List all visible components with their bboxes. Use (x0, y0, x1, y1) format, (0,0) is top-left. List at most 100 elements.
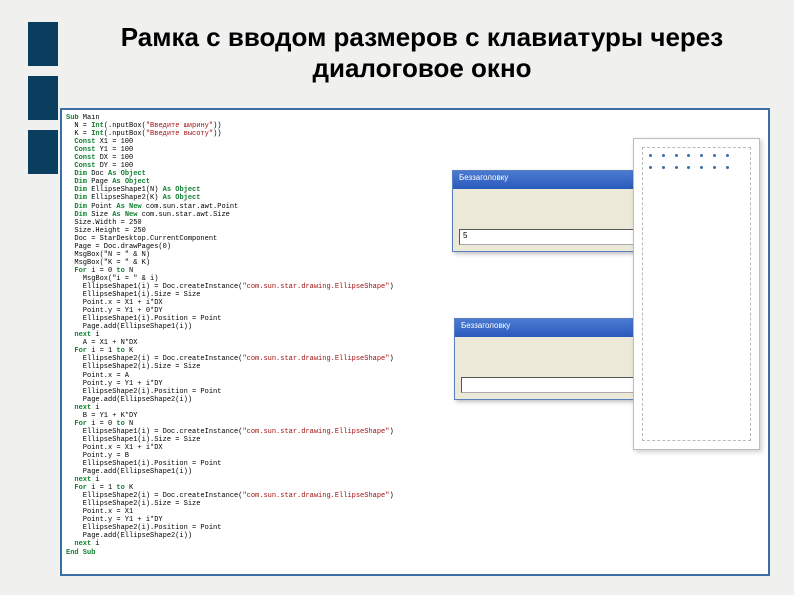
ellipse-dot (713, 166, 716, 169)
code-kw: next (66, 404, 91, 412)
code-text: MsgBox("i = " & i) (66, 275, 158, 283)
code-kw: Const (66, 162, 95, 170)
code-text: Point.x = A (66, 372, 129, 380)
code-text: K (125, 347, 133, 355)
code-text: Page.add(EllipseShape2(i)) (66, 396, 192, 404)
code-text: Page.add(EllipseShape2(i)) (66, 532, 192, 540)
code-text: EllipseShape1(N) (87, 186, 163, 194)
code-text: EllipseShape1(i).Position = Point (66, 315, 221, 323)
code-text: com.sun.star.awt.Size (137, 211, 229, 219)
code-kw: As New (116, 203, 141, 211)
code-text: com.sun.star.awt.Point (142, 203, 239, 211)
code-text: EllipseShape1(i).Position = Point (66, 460, 221, 468)
code-text: DY = 100 (95, 162, 133, 170)
code-text: Point.y = Y1 + i*DY (66, 516, 163, 524)
code-kw: For (66, 420, 87, 428)
code-text: EllipseShape2(i).Position = Point (66, 524, 221, 532)
ellipse-dot (675, 154, 678, 157)
code-text: Point.y = Y1 + i*DY (66, 380, 163, 388)
code-text: Page = Doc.drawPages(0) (66, 243, 171, 251)
code-kw: to (116, 347, 124, 355)
code-kw: Sub (66, 114, 79, 122)
code-text: (.nputBox( (104, 122, 146, 130)
code-text: i = 1 (87, 484, 116, 492)
code-text: ) (389, 283, 393, 291)
code-text: ) (389, 492, 393, 500)
code-text: Doc (87, 170, 108, 178)
code-text: K (125, 484, 133, 492)
ellipse-dot (675, 166, 678, 169)
code-kw: Dim (66, 211, 87, 219)
code-text: Size.Height = 250 (66, 227, 146, 235)
ellipse-dot (649, 154, 652, 157)
dot-row-top (649, 154, 729, 157)
code-text: EllipseShape2(i) = Doc.createInstance( (66, 492, 242, 500)
code-kw: Dim (66, 194, 87, 202)
code-text: i (91, 331, 99, 339)
code-text: MsgBox("K = " & K) (66, 259, 150, 267)
code-text: )) (213, 130, 221, 138)
code-kw: End Sub (66, 549, 95, 557)
code-str: "com.sun.star.drawing.EllipseShape" (242, 355, 389, 363)
code-text: MsgBox("N = " & N) (66, 251, 150, 259)
code-str: "Введите ширину" (146, 122, 213, 130)
code-text: Main (79, 114, 100, 122)
code-text: Y1 = 100 (95, 146, 133, 154)
code-kw: Dim (66, 186, 87, 194)
code-str: "com.sun.star.drawing.EllipseShape" (242, 283, 389, 291)
code-text: Point (87, 203, 116, 211)
code-kw: Dim (66, 170, 87, 178)
drawing-preview (633, 138, 760, 450)
code-kw: As New (112, 211, 137, 219)
code-text: EllipseShape1(i).Size = Size (66, 291, 200, 299)
code-text: i = 1 (87, 347, 116, 355)
tab-3 (28, 130, 58, 174)
code-text: ) (389, 428, 393, 436)
code-text: i (91, 476, 99, 484)
ellipse-dot (687, 166, 690, 169)
title-area: Рамка с вводом размеров с клавиатуры чер… (68, 22, 776, 84)
code-text: N (125, 420, 133, 428)
code-kw: For (66, 484, 87, 492)
code-kw: next (66, 331, 91, 339)
code-text: (.nputBox( (104, 130, 146, 138)
code-kw: Int (91, 122, 104, 130)
code-text: Size.Width = 250 (66, 219, 142, 227)
code-str: "Введите высоту" (146, 130, 213, 138)
code-kw: As Object (163, 186, 201, 194)
code-kw: As Object (112, 178, 150, 186)
code-kw: As Object (163, 194, 201, 202)
code-kw: For (66, 347, 87, 355)
code-kw: Const (66, 146, 95, 154)
ellipse-dot (726, 166, 729, 169)
code-str: "com.sun.star.drawing.EllipseShape" (242, 492, 389, 500)
ellipse-dot (687, 154, 690, 157)
code-kw: next (66, 476, 91, 484)
code-text: B = Y1 + K*DY (66, 412, 137, 420)
code-text: Point.x = X1 + i*DX (66, 299, 163, 307)
content-frame: Sub Main N = Int(.nputBox("Введите ширин… (60, 108, 770, 576)
code-kw: Int (91, 130, 104, 138)
code-str: "com.sun.star.drawing.EllipseShape" (242, 428, 389, 436)
code-text: N = (66, 122, 91, 130)
code-text: EllipseShape2(i).Position = Point (66, 388, 221, 396)
code-text: EllipseShape1(i) = Doc.createInstance( (66, 428, 242, 436)
code-text: i (91, 404, 99, 412)
code-text: ) (389, 355, 393, 363)
code-text: EllipseShape2(i).Size = Size (66, 363, 200, 371)
code-text: EllipseShape2(i) = Doc.createInstance( (66, 355, 242, 363)
code-kw: to (116, 420, 124, 428)
code-text: X1 = 100 (95, 138, 133, 146)
code-text: A = X1 + N*DX (66, 339, 137, 347)
code-kw: For (66, 267, 87, 275)
slide: Рамка с вводом размеров с клавиатуры чер… (0, 0, 794, 595)
ellipse-dot (726, 154, 729, 157)
code-listing: Sub Main N = Int(.nputBox("Введите ширин… (66, 114, 436, 570)
code-kw: to (116, 484, 124, 492)
code-kw: As Object (108, 170, 146, 178)
slide-title: Рамка с вводом размеров с клавиатуры чер… (68, 22, 776, 84)
code-text: Point.y = B (66, 452, 129, 460)
code-text: EllipseShape2(K) (87, 194, 163, 202)
code-text: K = (66, 130, 91, 138)
side-tabs (28, 22, 58, 184)
